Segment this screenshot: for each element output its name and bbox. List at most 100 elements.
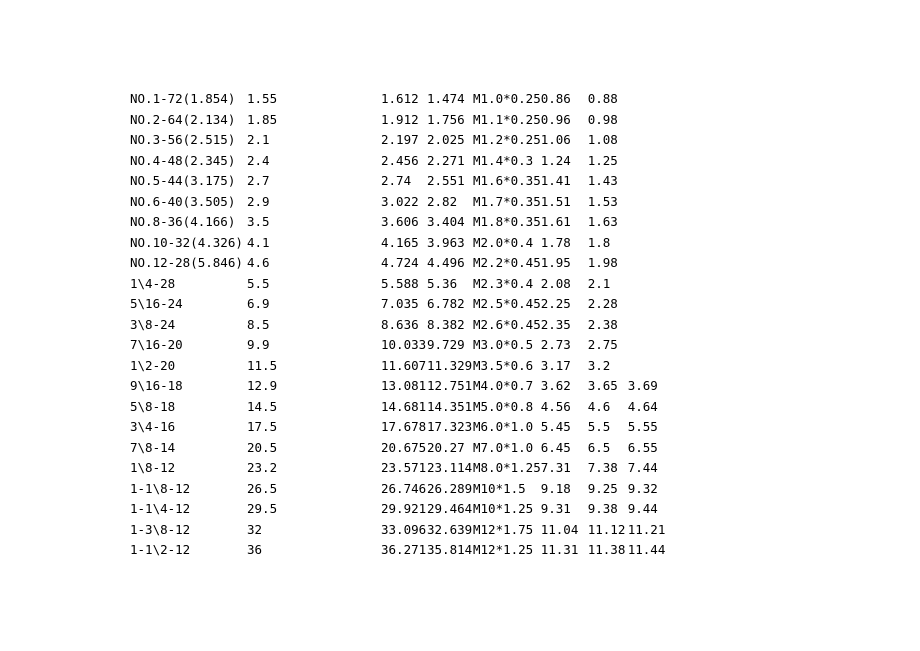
table-cell: 13.081 [381, 376, 427, 397]
table-cell: 1\4-28 [130, 274, 247, 295]
table-cell: 3.65 [588, 376, 628, 397]
table-cell [628, 253, 668, 274]
table-cell: 0.86 [541, 89, 588, 110]
table-cell: M5.0*0.8 [473, 397, 541, 418]
table-cell: 10.033 [381, 335, 427, 356]
table-cell: NO.3-56(2.515) [130, 130, 247, 151]
table-cell: 11.607 [381, 356, 427, 377]
table-cell: M3.5*0.6 [473, 356, 541, 377]
table-cell: 11.38 [588, 540, 628, 561]
table-cell: M6.0*1.0 [473, 417, 541, 438]
table-cell: 3\4-16 [130, 417, 247, 438]
table-cell: 26.289 [427, 479, 473, 500]
table-cell: 1.41 [541, 171, 588, 192]
table-cell: 1\2-20 [130, 356, 247, 377]
table-cell: 7.035 [381, 294, 427, 315]
table-cell: 33.096 [381, 520, 427, 541]
table-row: 5\8-1814.514.68114.351M5.0*0.84.564.64.6… [130, 397, 668, 418]
table-cell: 2.197 [381, 130, 427, 151]
table-cell: 6.782 [427, 294, 473, 315]
table-cell: M1.7*0.35 [473, 192, 541, 213]
table-cell: 1.63 [588, 212, 628, 233]
table-cell: 8.5 [247, 315, 381, 336]
table-cell: 4.6 [588, 397, 628, 418]
table-cell: 12.751 [427, 376, 473, 397]
table-cell: 1.43 [588, 171, 628, 192]
table-cell: 0.96 [541, 110, 588, 131]
table-cell: 6.5 [588, 438, 628, 459]
table-cell: 7.38 [588, 458, 628, 479]
table-cell: 11.12 [588, 520, 628, 541]
table-cell: 8.636 [381, 315, 427, 336]
table-cell: 14.5 [247, 397, 381, 418]
table-cell [628, 356, 668, 377]
table-cell: 2.38 [588, 315, 628, 336]
table-cell: 14.351 [427, 397, 473, 418]
table-row: 1-1\2-123636.27135.814M12*1.2511.3111.38… [130, 540, 668, 561]
table-cell: 36.271 [381, 540, 427, 561]
table-cell: 2.7 [247, 171, 381, 192]
table-cell: 4.64 [628, 397, 668, 418]
table-cell [628, 192, 668, 213]
table-cell: 7\8-14 [130, 438, 247, 459]
table-cell: 20.5 [247, 438, 381, 459]
table-row: 1\4-285.55.5885.36M2.3*0.42.082.1 [130, 274, 668, 295]
table-cell: 9.25 [588, 479, 628, 500]
table-cell: NO.1-72(1.854) [130, 89, 247, 110]
table-cell: 3.022 [381, 192, 427, 213]
table-cell: 0.88 [588, 89, 628, 110]
table-cell: 4.496 [427, 253, 473, 274]
table-cell: 1.612 [381, 89, 427, 110]
table-cell [628, 233, 668, 254]
table-cell: 2.82 [427, 192, 473, 213]
table-cell: M2.3*0.4 [473, 274, 541, 295]
table-cell: M1.2*0.25 [473, 130, 541, 151]
table-cell [628, 89, 668, 110]
table-cell: 20.675 [381, 438, 427, 459]
table-row: 1\8-1223.223.57123.114M8.0*1.257.317.387… [130, 458, 668, 479]
table-cell [628, 294, 668, 315]
table-cell: 5.5 [247, 274, 381, 295]
table-cell: 1-1\8-12 [130, 479, 247, 500]
table-cell: 5.45 [541, 417, 588, 438]
table-cell: 6.55 [628, 438, 668, 459]
table-cell: 17.5 [247, 417, 381, 438]
table-cell: M1.8*0.35 [473, 212, 541, 233]
table-cell: 23.2 [247, 458, 381, 479]
table-cell: 2.551 [427, 171, 473, 192]
table-cell: 29.464 [427, 499, 473, 520]
table-row: NO.3-56(2.515)2.12.1972.025M1.2*0.251.06… [130, 130, 668, 151]
table-cell: M2.0*0.4 [473, 233, 541, 254]
table-cell: M3.0*0.5 [473, 335, 541, 356]
table-cell: M8.0*1.25 [473, 458, 541, 479]
table-row: 3\4-1617.517.67817.323M6.0*1.05.455.55.5… [130, 417, 668, 438]
table-cell: 11.31 [541, 540, 588, 561]
table-cell: M2.6*0.45 [473, 315, 541, 336]
table-row: 1\2-2011.511.60711.329M3.5*0.63.173.2 [130, 356, 668, 377]
table-row: NO.2-64(2.134)1.851.9121.756M1.1*0.250.9… [130, 110, 668, 131]
table-cell: 9.32 [628, 479, 668, 500]
table-row: 1-1\4-1229.529.92129.464M10*1.259.319.38… [130, 499, 668, 520]
table-cell [628, 110, 668, 131]
table-cell: NO.6-40(3.505) [130, 192, 247, 213]
table-cell: 29.921 [381, 499, 427, 520]
table-cell: 1.08 [588, 130, 628, 151]
table-cell: NO.8-36(4.166) [130, 212, 247, 233]
table-cell: 1.912 [381, 110, 427, 131]
table-cell: NO.2-64(2.134) [130, 110, 247, 131]
table-cell: 1.61 [541, 212, 588, 233]
table-cell: 5\8-18 [130, 397, 247, 418]
table-row: NO.10-32(4.326)4.14.1653.963M2.0*0.41.78… [130, 233, 668, 254]
table-cell: 20.27 [427, 438, 473, 459]
table-cell: NO.4-48(2.345) [130, 151, 247, 172]
table-cell: 1.78 [541, 233, 588, 254]
table-row: NO.5-44(3.175)2.72.742.551M1.6*0.351.411… [130, 171, 668, 192]
table-cell: 11.04 [541, 520, 588, 541]
table-cell: 1.95 [541, 253, 588, 274]
table-cell: 4.1 [247, 233, 381, 254]
table-cell: 2.08 [541, 274, 588, 295]
table-cell: 9.18 [541, 479, 588, 500]
table-cell: 14.681 [381, 397, 427, 418]
table-cell: M2.5*0.45 [473, 294, 541, 315]
table-cell: 1\8-12 [130, 458, 247, 479]
